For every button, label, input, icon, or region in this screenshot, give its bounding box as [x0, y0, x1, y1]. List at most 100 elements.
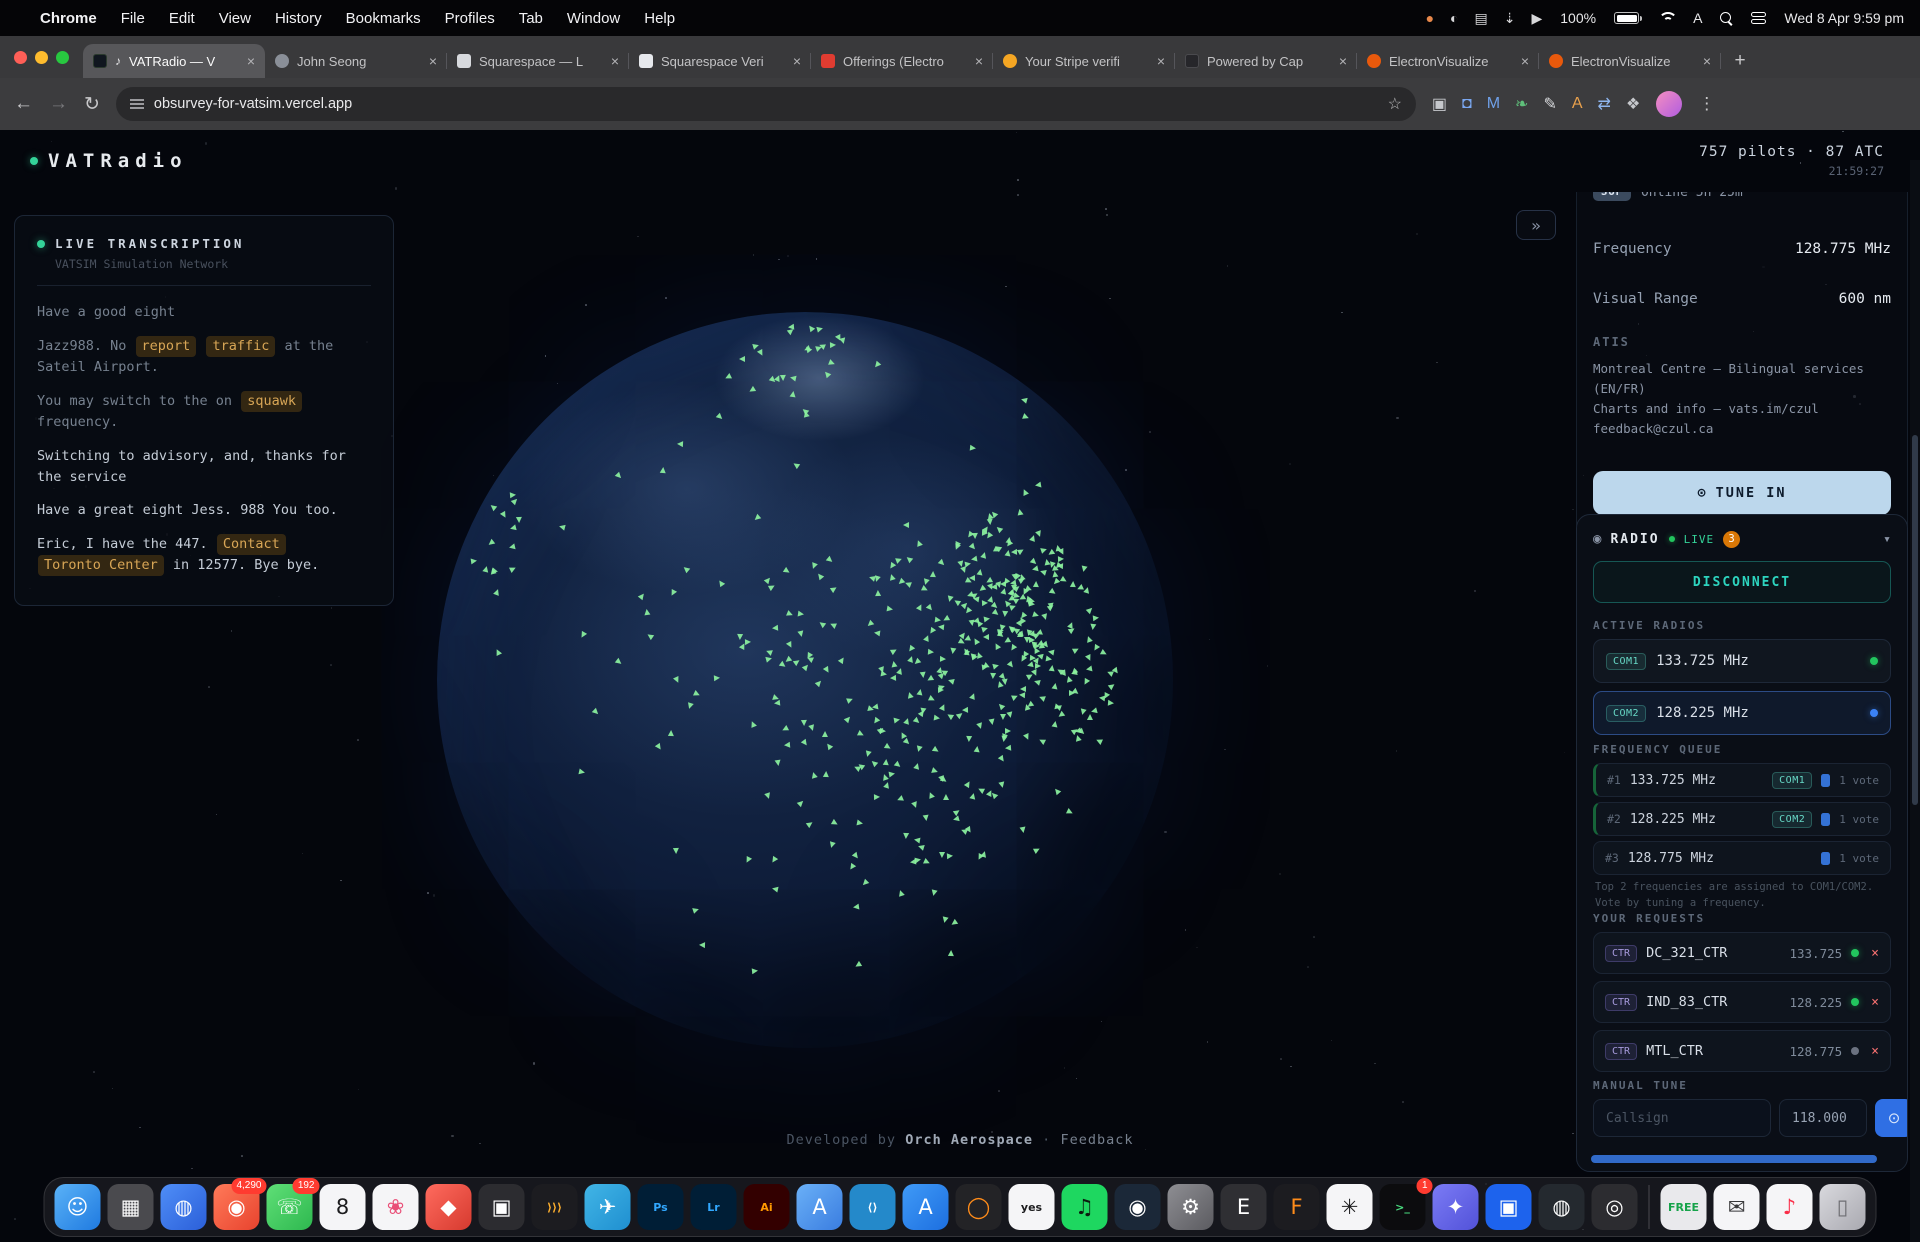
extension-puzzle-icon[interactable]: ▣: [1432, 94, 1447, 114]
dock-steam[interactable]: ◉: [1115, 1184, 1161, 1230]
menu-file[interactable]: File: [121, 10, 145, 27]
vote-icon[interactable]: [1821, 852, 1830, 865]
menu-history[interactable]: History: [275, 10, 322, 27]
dock-app-blue[interactable]: ◍: [161, 1184, 207, 1230]
extension-m-icon[interactable]: M: [1487, 95, 1500, 113]
globe[interactable]: [437, 312, 1173, 1048]
menu-profiles[interactable]: Profiles: [445, 10, 495, 27]
menu-view[interactable]: View: [219, 10, 251, 27]
dock-app-red[interactable]: ◆: [426, 1184, 472, 1230]
feedback-link[interactable]: Feedback: [1060, 1132, 1133, 1148]
menu-window[interactable]: Window: [567, 10, 620, 27]
battery-icon[interactable]: [1614, 12, 1639, 24]
queue-row-3[interactable]: #3 128.775 MHz 1 vote: [1593, 841, 1891, 875]
dock-system-settings[interactable]: ⚙: [1168, 1184, 1214, 1230]
siri-icon[interactable]: ◐: [1450, 10, 1458, 26]
tune-in-button[interactable]: ⊙ TUNE IN: [1593, 471, 1891, 515]
keyword-chip[interactable]: traffic: [206, 336, 275, 357]
extension-a-icon[interactable]: A: [1572, 95, 1583, 113]
keyword-chip[interactable]: squawk: [241, 391, 302, 412]
minimize-window-button[interactable]: [35, 51, 48, 64]
dock-epic-games[interactable]: E: [1221, 1184, 1267, 1230]
dock-trash[interactable]: ▯: [1820, 1184, 1866, 1230]
request-row-1[interactable]: CTR DC_321_CTR 133.725 ×: [1593, 932, 1891, 974]
wifi-icon[interactable]: [1657, 12, 1675, 25]
remove-request-icon[interactable]: ×: [1871, 946, 1879, 961]
tab-close-icon[interactable]: ×: [1157, 53, 1165, 69]
dock-app-blue-2[interactable]: A: [797, 1184, 843, 1230]
bookmark-star-icon[interactable]: ☆: [1388, 94, 1402, 114]
playback-icon[interactable]: ▶: [1531, 10, 1542, 27]
downloads-icon[interactable]: ⇣: [1504, 10, 1516, 27]
dock-fl-app[interactable]: F: [1274, 1184, 1320, 1230]
input-source-icon[interactable]: A: [1693, 10, 1702, 26]
dock-vscode[interactable]: ⟨⟩: [850, 1184, 896, 1230]
new-tab-button[interactable]: +: [1725, 46, 1755, 76]
panel-scroll-indicator[interactable]: [1591, 1155, 1877, 1163]
tab-squarespace-2[interactable]: Squarespace Veri ×: [629, 44, 811, 78]
remove-request-icon[interactable]: ×: [1871, 1044, 1879, 1059]
keyword-chip[interactable]: report: [136, 336, 197, 357]
dock-illustrator[interactable]: Ai: [744, 1184, 790, 1230]
tab-john-seong[interactable]: John Seong ×: [265, 44, 447, 78]
control-center-icon[interactable]: [1751, 12, 1766, 25]
dock-app-purple[interactable]: ✦: [1433, 1184, 1479, 1230]
dock-github-desktop[interactable]: ◍: [1539, 1184, 1585, 1230]
tab-squarespace-1[interactable]: Squarespace — L ×: [447, 44, 629, 78]
forward-button[interactable]: →: [49, 93, 68, 115]
menu-chrome[interactable]: Chrome: [40, 10, 97, 27]
dock-finder[interactable]: ☺: [55, 1184, 101, 1230]
menu-bookmarks[interactable]: Bookmarks: [346, 10, 421, 27]
dock-app-store[interactable]: A: [903, 1184, 949, 1230]
extension-blue-1-icon[interactable]: ◘: [1462, 95, 1472, 113]
back-button[interactable]: ←: [14, 93, 33, 115]
address-bar[interactable]: obsurvey-for-vatsim.vercel.app ☆: [116, 87, 1416, 121]
radio-panel-header[interactable]: ◉ RADIO LIVE 3 ▾: [1593, 529, 1891, 549]
display-icon[interactable]: ▤: [1475, 10, 1488, 27]
dock-photoshop[interactable]: Ps: [638, 1184, 684, 1230]
tab-close-icon[interactable]: ×: [611, 53, 619, 69]
queue-row-1[interactable]: #1 133.725 MHz COM1 1 vote: [1593, 763, 1891, 797]
tab-stripe[interactable]: Your Stripe verifi ×: [993, 44, 1175, 78]
collapse-panel-button[interactable]: »: [1516, 210, 1556, 240]
footer-brand-link[interactable]: Orch Aerospace: [905, 1132, 1033, 1148]
dock-yes-app[interactable]: yes: [1009, 1184, 1055, 1230]
site-settings-icon[interactable]: [130, 98, 144, 110]
extension-grid-icon[interactable]: ❖: [1626, 94, 1640, 114]
tab-close-icon[interactable]: ×: [1521, 53, 1529, 69]
vote-icon[interactable]: [1821, 813, 1830, 826]
url-text[interactable]: obsurvey-for-vatsim.vercel.app: [154, 96, 1378, 112]
dock-blender[interactable]: ◯: [956, 1184, 1002, 1230]
frequency-input[interactable]: [1779, 1099, 1867, 1137]
scrollbar-thumb[interactable]: [1912, 435, 1918, 805]
menu-edit[interactable]: Edit: [169, 10, 195, 27]
tab-electron-2[interactable]: ElectronVisualize ×: [1539, 44, 1721, 78]
remove-request-icon[interactable]: ×: [1871, 995, 1879, 1010]
spotlight-icon[interactable]: [1720, 12, 1733, 25]
dock-spotify[interactable]: ♫: [1062, 1184, 1108, 1230]
tab-offerings[interactable]: Offerings (Electro ×: [811, 44, 993, 78]
profile-avatar[interactable]: [1656, 91, 1682, 117]
dock-browser-orange[interactable]: ◉4,290: [214, 1184, 260, 1230]
request-row-2[interactable]: CTR IND_83_CTR 128.225 ×: [1593, 981, 1891, 1023]
dock-messages-green[interactable]: ☏192: [267, 1184, 313, 1230]
tab-close-icon[interactable]: ×: [1703, 53, 1711, 69]
active-radio-com2[interactable]: COM2 128.225 MHz: [1593, 691, 1891, 735]
dock-mail[interactable]: ✉: [1714, 1184, 1760, 1230]
request-row-3[interactable]: CTR MTL_CTR 128.775 ×: [1593, 1030, 1891, 1072]
tab-electron-1[interactable]: ElectronVisualize ×: [1357, 44, 1539, 78]
menu-help[interactable]: Help: [644, 10, 675, 27]
browser-menu-icon[interactable]: ⋮: [1698, 94, 1715, 114]
keyword-chip[interactable]: Toronto Center: [38, 555, 164, 576]
menu-clock[interactable]: Wed 8 Apr 9:59 pm: [1784, 10, 1904, 26]
tab-close-icon[interactable]: ×: [975, 53, 983, 69]
manual-tune-button[interactable]: ⊙: [1875, 1099, 1908, 1137]
dock-lightroom[interactable]: Lr: [691, 1184, 737, 1230]
extension-green-icon[interactable]: ❧: [1515, 94, 1528, 114]
tab-powered-by[interactable]: Powered by Cap ×: [1175, 44, 1357, 78]
vote-icon[interactable]: [1821, 774, 1830, 787]
active-radio-com1[interactable]: COM1 133.725 MHz: [1593, 639, 1891, 683]
extension-translate-icon[interactable]: ⇄: [1598, 94, 1611, 114]
dock-launchpad[interactable]: ▦: [108, 1184, 154, 1230]
dock-camera-dark[interactable]: ▣: [479, 1184, 525, 1230]
